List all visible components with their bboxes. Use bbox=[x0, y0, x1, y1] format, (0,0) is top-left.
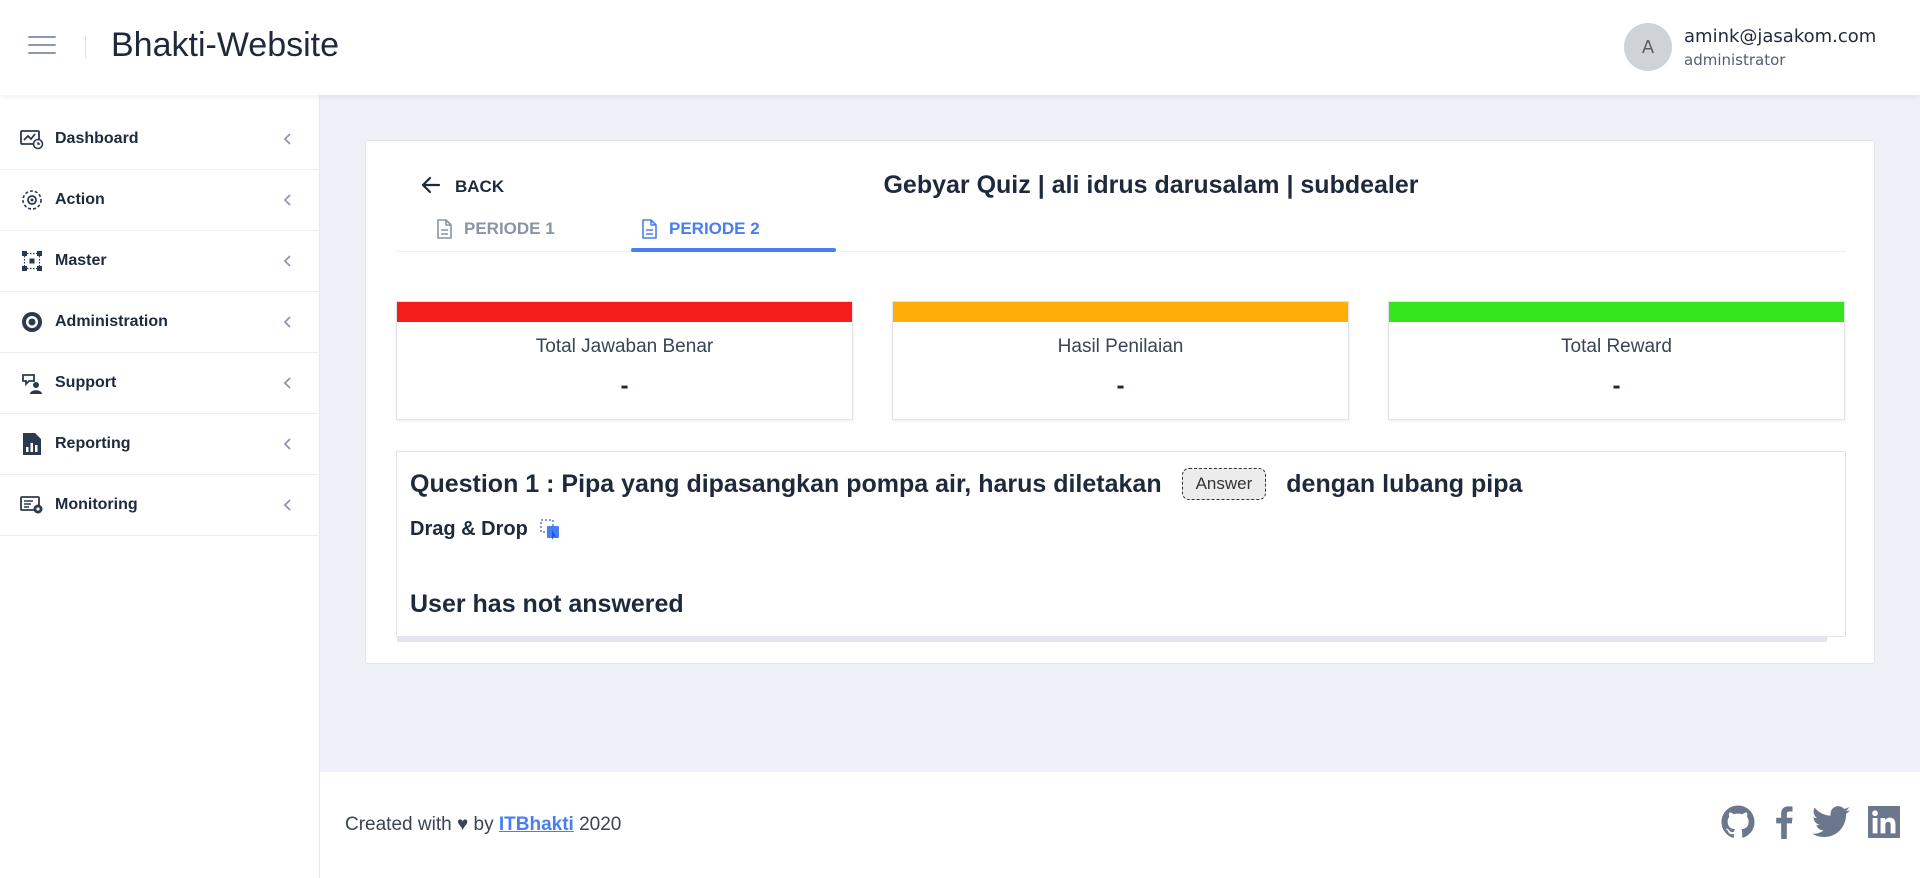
tab-label: PERIODE 1 bbox=[464, 219, 555, 238]
app-title: Bhakti-Website bbox=[111, 26, 340, 64]
top-header: Bhakti-Website A amink@jasakom.com admin… bbox=[0, 0, 1920, 95]
sidebar-item-support[interactable]: Support bbox=[0, 353, 320, 414]
itbhakti-link[interactable]: ITBhakti bbox=[499, 814, 574, 835]
question-box: Question 1 : Pipa yang dipasangkan pompa… bbox=[396, 451, 1846, 642]
social-links bbox=[1720, 804, 1918, 840]
horizontal-scrollbar[interactable] bbox=[397, 636, 1827, 642]
stat-label: Total Reward bbox=[1561, 336, 1672, 357]
drag-drop-icon bbox=[540, 518, 562, 541]
dashboard-icon bbox=[20, 127, 44, 151]
chevron-left-icon bbox=[282, 314, 292, 333]
support-icon bbox=[20, 371, 44, 395]
footer-prefix: Created with ♥ by bbox=[345, 814, 494, 835]
sidebar-item-label: Reporting bbox=[55, 435, 131, 452]
sidebar-item-master[interactable]: Master bbox=[0, 231, 320, 292]
question-text: Question 1 : Pipa yang dipasangkan pompa… bbox=[410, 468, 1522, 500]
facebook-icon[interactable] bbox=[1774, 805, 1794, 839]
header-divider bbox=[85, 36, 86, 58]
chevron-left-icon bbox=[282, 375, 292, 394]
sidebar-item-label: Monitoring bbox=[55, 496, 138, 513]
sidebar-item-label: Dashboard bbox=[55, 130, 139, 147]
sidebar-item-administration[interactable]: Administration bbox=[0, 292, 320, 353]
page-title: Gebyar Quiz | ali idrus darusalam | subd… bbox=[883, 171, 1419, 199]
question-suffix: dengan lubang pipa bbox=[1286, 469, 1523, 498]
sidebar-item-label: Master bbox=[55, 252, 107, 269]
twitter-icon[interactable] bbox=[1812, 806, 1850, 838]
sidebar-item-dashboard[interactable]: Dashboard bbox=[0, 109, 320, 170]
question-type: Drag & Drop bbox=[410, 518, 562, 541]
active-tab-indicator bbox=[631, 248, 836, 252]
sidebar: Dashboard Action Master Administration Suppo… bbox=[0, 95, 320, 878]
stat-hasil-penilaian: Hasil Penilaian - bbox=[892, 301, 1349, 420]
stat-total-jawaban-benar: Total Jawaban Benar - bbox=[396, 301, 853, 420]
linkedin-icon[interactable] bbox=[1868, 806, 1900, 838]
monitoring-icon bbox=[20, 493, 44, 517]
stat-value: - bbox=[1116, 374, 1125, 398]
master-icon bbox=[20, 249, 44, 273]
tab-periode-2[interactable]: PERIODE 2 bbox=[641, 207, 760, 251]
period-tabs: PERIODE 1 PERIODE 2 bbox=[396, 207, 1846, 252]
sidebar-item-action[interactable]: Action bbox=[0, 170, 320, 231]
stat-value: - bbox=[1612, 374, 1621, 398]
stat-color-bar bbox=[893, 302, 1348, 322]
stat-label: Hasil Penilaian bbox=[1057, 336, 1184, 357]
answer-status: User has not answered bbox=[410, 590, 684, 618]
question-type-label: Drag & Drop bbox=[410, 518, 528, 540]
sidebar-item-label: Administration bbox=[55, 313, 168, 330]
stat-total-reward: Total Reward - bbox=[1388, 301, 1845, 420]
sidebar-item-reporting[interactable]: Reporting bbox=[0, 414, 320, 475]
user-avatar[interactable]: A bbox=[1624, 23, 1672, 71]
stat-color-bar bbox=[397, 302, 852, 322]
tab-periode-1[interactable]: PERIODE 1 bbox=[436, 207, 555, 251]
administration-gear-icon bbox=[20, 310, 44, 334]
hamburger-menu-icon[interactable] bbox=[28, 36, 56, 58]
chevron-left-icon bbox=[282, 253, 292, 272]
chevron-left-icon bbox=[282, 192, 292, 211]
stat-value: - bbox=[620, 374, 629, 398]
chevron-left-icon bbox=[282, 436, 292, 455]
tab-label: PERIODE 2 bbox=[669, 219, 760, 238]
sidebar-item-label: Support bbox=[55, 374, 117, 391]
footer-year: 2020 bbox=[579, 814, 622, 835]
stat-label: Total Jawaban Benar bbox=[535, 336, 714, 357]
chevron-left-icon bbox=[282, 497, 292, 516]
action-icon bbox=[20, 188, 44, 212]
stat-color-bar bbox=[1389, 302, 1844, 322]
reporting-icon bbox=[20, 432, 44, 456]
sidebar-item-monitoring[interactable]: Monitoring bbox=[0, 475, 320, 536]
user-role: administrator bbox=[1684, 51, 1786, 69]
answer-drop-zone[interactable]: Answer bbox=[1181, 468, 1267, 500]
sidebar-item-label: Action bbox=[55, 191, 105, 208]
document-icon bbox=[436, 219, 452, 239]
quiz-card: BACK Gebyar Quiz | ali idrus darusalam |… bbox=[365, 140, 1875, 664]
question-prefix: Question 1 : Pipa yang dipasangkan pompa… bbox=[410, 469, 1162, 498]
footer-credit: Created with ♥ by ITBhakti 2020 bbox=[345, 814, 621, 836]
footer: Created with ♥ by ITBhakti 2020 bbox=[320, 772, 1920, 878]
user-email[interactable]: amink@jasakom.com bbox=[1684, 26, 1876, 47]
document-icon bbox=[641, 219, 657, 239]
chevron-left-icon bbox=[282, 131, 292, 150]
github-icon[interactable] bbox=[1720, 804, 1756, 840]
